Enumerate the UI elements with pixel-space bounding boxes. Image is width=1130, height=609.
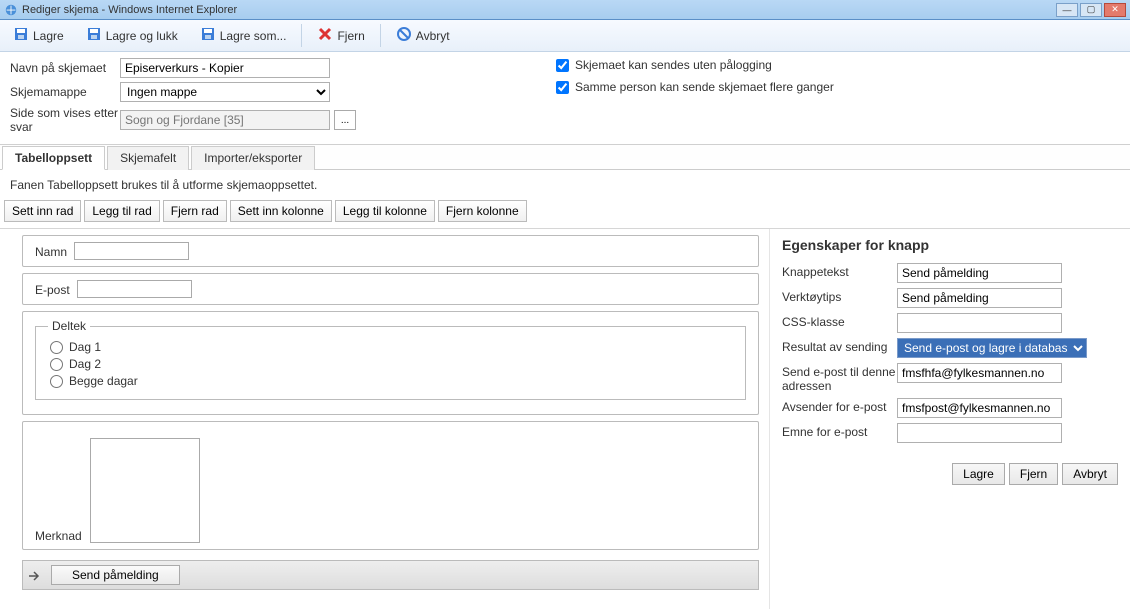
subject-input[interactable] <box>897 423 1062 443</box>
window-controls: — ▢ ✕ <box>1056 3 1126 17</box>
field-block-deltek[interactable]: Deltek Dag 1 Dag 2 Begge dagar <box>22 311 759 415</box>
table-button-bar: Sett inn rad Legg til rad Fjern rad Sett… <box>0 200 1130 228</box>
anon-label: Skjemaet kan sendes uten pålogging <box>575 58 772 72</box>
add-col-button[interactable]: Legg til kolonne <box>335 200 435 222</box>
preview-email-label: E-post <box>35 283 70 297</box>
tab-fields[interactable]: Skjemafelt <box>107 146 189 170</box>
deltek-fieldset: Deltek Dag 1 Dag 2 Begge dagar <box>35 326 746 400</box>
radio-begge[interactable] <box>50 375 63 388</box>
insert-row-button[interactable]: Sett inn rad <box>4 200 81 222</box>
tab-layout[interactable]: Tabelloppsett <box>2 146 105 170</box>
maximize-button[interactable]: ▢ <box>1080 3 1102 17</box>
repeat-label: Samme person kan sende skjemaet flere ga… <box>575 80 834 94</box>
preview-name-label: Namn <box>35 245 67 259</box>
emailto-input[interactable] <box>897 363 1062 383</box>
css-input[interactable] <box>897 313 1062 333</box>
form-folder-select[interactable]: Ingen mappe <box>120 82 330 102</box>
cancel-button[interactable]: Avbryt <box>387 22 459 49</box>
tooltip-label: Verktøytips <box>782 288 897 304</box>
form-page-label: Side som vises etter svar <box>10 106 120 134</box>
radio-dag1[interactable] <box>50 341 63 354</box>
preview-submit-button[interactable]: Send påmelding <box>51 565 180 585</box>
form-folder-label: Skjemamappe <box>10 85 120 99</box>
tab-description: Fanen Tabelloppsett brukes til å utforme… <box>0 170 1130 200</box>
field-block-name[interactable]: Namn <box>22 235 759 267</box>
properties-pane[interactable]: Egenskaper for knapp Knappetekst Verktøy… <box>770 229 1130 609</box>
tooltip-input[interactable] <box>897 288 1062 308</box>
remove-button[interactable]: Fjern <box>308 22 373 49</box>
save-close-label: Lagre og lukk <box>106 29 178 43</box>
anon-checkbox[interactable] <box>556 59 569 72</box>
save-as-label: Lagre som... <box>220 29 287 43</box>
close-button[interactable]: ✕ <box>1104 3 1126 17</box>
preview-email-input[interactable] <box>77 280 192 298</box>
save-icon <box>86 26 102 45</box>
save-label: Lagre <box>33 29 64 43</box>
tab-import[interactable]: Importer/eksporter <box>191 146 315 170</box>
form-header: Navn på skjemaet Skjemamappe Ingen mappe… <box>0 52 1130 145</box>
result-select[interactable]: Send e-post og lagre i database <box>897 338 1087 358</box>
form-name-label: Navn på skjemaet <box>10 61 120 75</box>
form-page-input <box>120 110 330 130</box>
app-icon <box>4 3 18 17</box>
deltek-legend: Deltek <box>48 319 90 333</box>
minimize-button[interactable]: — <box>1056 3 1078 17</box>
field-block-notes[interactable]: Merknad <box>22 421 759 550</box>
props-heading: Egenskaper for knapp <box>782 237 1118 253</box>
radio-begge-label: Begge dagar <box>69 374 138 388</box>
save-icon <box>13 26 29 45</box>
emailto-label: Send e-post til denne adressen <box>782 363 897 393</box>
form-name-input[interactable] <box>120 58 330 78</box>
cancel-label: Avbryt <box>416 29 450 43</box>
props-save-button[interactable]: Lagre <box>952 463 1005 485</box>
delete-icon <box>317 26 333 45</box>
window-titlebar: Rediger skjema - Windows Internet Explor… <box>0 0 1130 20</box>
radio-dag2[interactable] <box>50 358 63 371</box>
radio-dag1-label: Dag 1 <box>69 340 101 354</box>
save-icon <box>200 26 216 45</box>
cancel-icon <box>396 26 412 45</box>
preview-pane[interactable]: Namn E-post Deltek Dag 1 Dag 2 Begge dag… <box>0 229 770 609</box>
remove-col-button[interactable]: Fjern kolonne <box>438 200 527 222</box>
result-label: Resultat av sending <box>782 338 897 354</box>
sender-input[interactable] <box>897 398 1062 418</box>
submit-row[interactable]: Send påmelding <box>22 560 759 590</box>
btntext-label: Knappetekst <box>782 263 897 279</box>
notes-label: Merknad <box>35 529 82 543</box>
window-title: Rediger skjema - Windows Internet Explor… <box>22 4 237 16</box>
save-as-button[interactable]: Lagre som... <box>191 22 296 49</box>
arrow-icon <box>29 570 41 580</box>
repeat-checkbox[interactable] <box>556 81 569 94</box>
save-button[interactable]: Lagre <box>4 22 73 49</box>
save-close-button[interactable]: Lagre og lukk <box>77 22 187 49</box>
props-remove-button[interactable]: Fjern <box>1009 463 1058 485</box>
toolbar-separator <box>301 24 302 47</box>
preview-name-input[interactable] <box>74 242 189 260</box>
remove-label: Fjern <box>337 29 364 43</box>
sender-label: Avsender for e-post <box>782 398 897 414</box>
browse-page-button[interactable]: ... <box>334 110 356 130</box>
notes-textarea[interactable] <box>90 438 200 543</box>
tab-bar: Tabelloppsett Skjemafelt Importer/ekspor… <box>0 145 1130 170</box>
insert-col-button[interactable]: Sett inn kolonne <box>230 200 332 222</box>
radio-dag2-label: Dag 2 <box>69 357 101 371</box>
css-label: CSS-klasse <box>782 313 897 329</box>
btntext-input[interactable] <box>897 263 1062 283</box>
field-block-email[interactable]: E-post <box>22 273 759 305</box>
main-toolbar: Lagre Lagre og lukk Lagre som... Fjern A… <box>0 20 1130 52</box>
subject-label: Emne for e-post <box>782 423 897 439</box>
remove-row-button[interactable]: Fjern rad <box>163 200 227 222</box>
add-row-button[interactable]: Legg til rad <box>84 200 159 222</box>
toolbar-separator <box>380 24 381 47</box>
props-cancel-button[interactable]: Avbryt <box>1062 463 1118 485</box>
props-actions: Lagre Fjern Avbryt <box>782 463 1118 485</box>
main-split: Namn E-post Deltek Dag 1 Dag 2 Begge dag… <box>0 228 1130 609</box>
